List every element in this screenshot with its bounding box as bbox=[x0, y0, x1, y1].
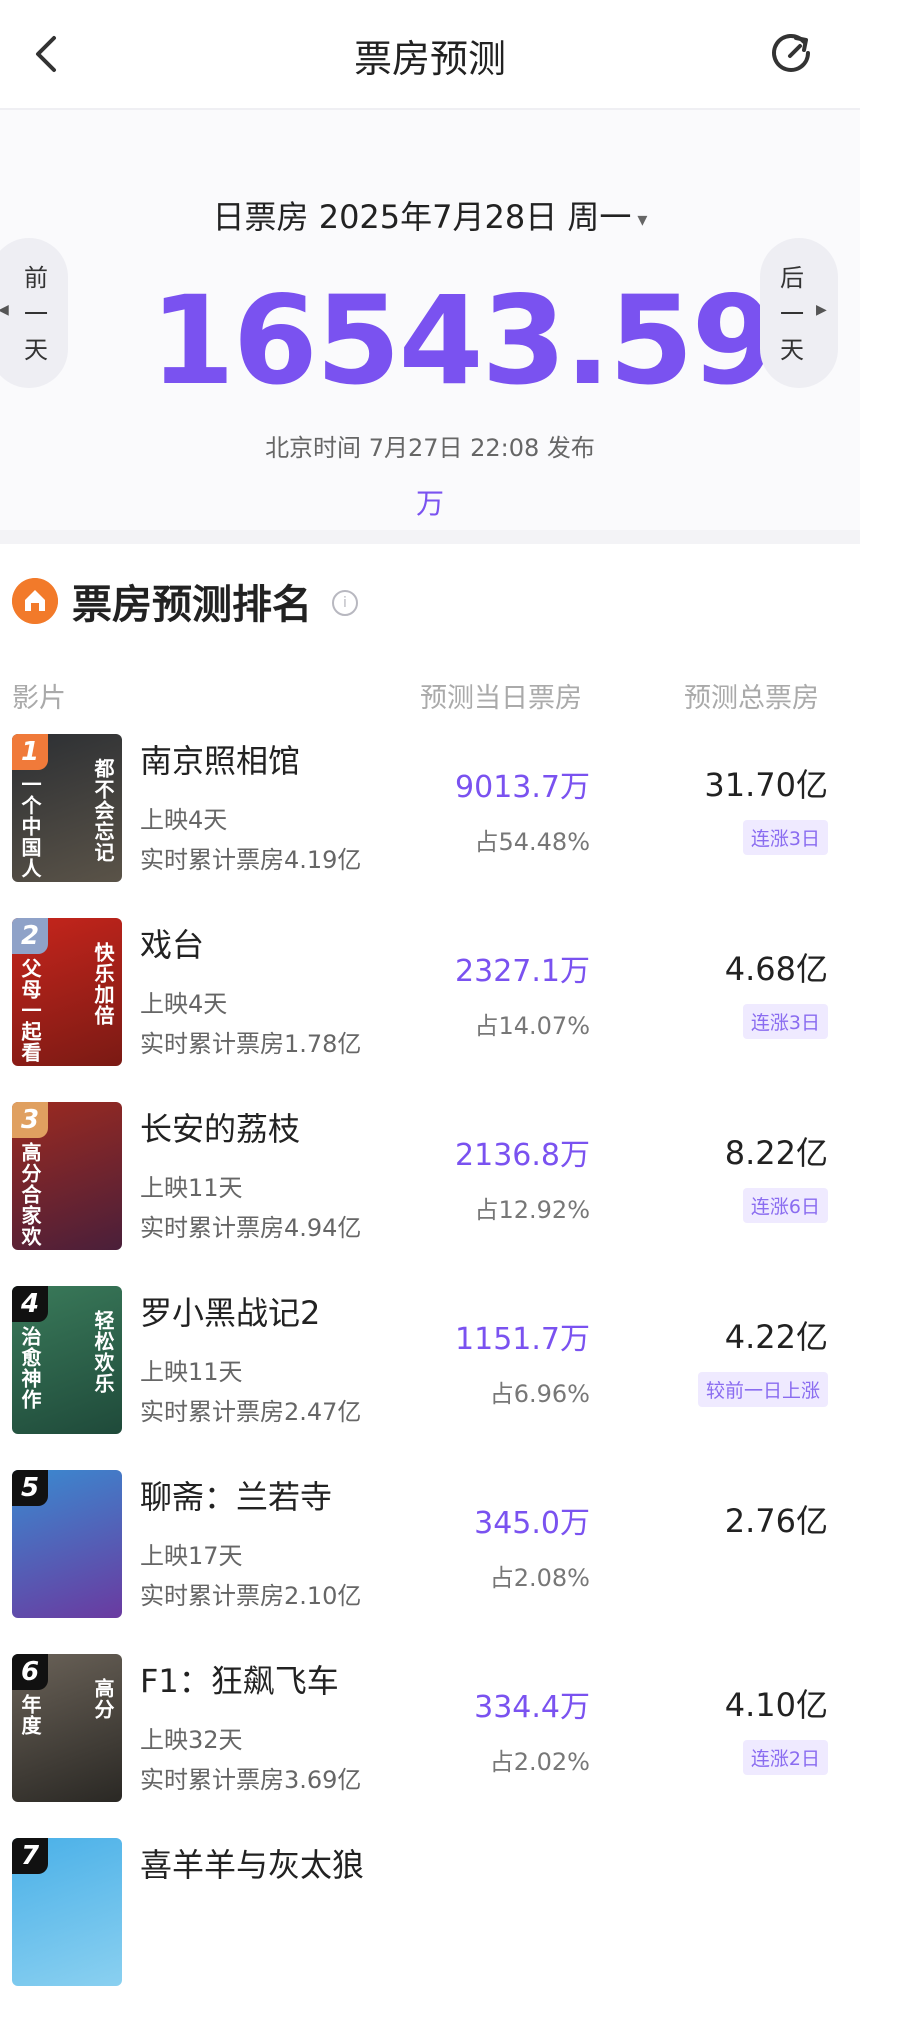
trend-badge: 连涨2日 bbox=[742, 1740, 828, 1775]
poster-tagline: 高分 bbox=[91, 1678, 115, 1720]
page-title: 票房预测 bbox=[353, 37, 506, 81]
next-day-label: 后一天 bbox=[780, 264, 804, 364]
section-divider bbox=[0, 530, 860, 544]
rank-badge: 5 bbox=[12, 1470, 48, 1506]
rank-badge: 4 bbox=[12, 1286, 48, 1322]
cumulative-box-office: 实时累计票房4.94亿 bbox=[140, 1214, 362, 1242]
box-office-share: 占14.07% bbox=[474, 1012, 590, 1040]
movie-title: 戏台 bbox=[140, 926, 205, 964]
predicted-total-box-office: 4.22亿 bbox=[724, 1318, 828, 1356]
date-selector[interactable]: 日票房 2025年7月28日 周一 ▾ bbox=[0, 192, 860, 238]
release-days: 上映4天 bbox=[140, 990, 228, 1018]
predicted-day-box-office: 345.0万 bbox=[474, 1506, 590, 1541]
cumulative-box-office: 实时累计票房2.10亿 bbox=[140, 1582, 362, 1610]
poster-tagline: 高分合家欢 bbox=[18, 1142, 42, 1247]
box-office-share: 占6.96% bbox=[489, 1380, 590, 1408]
poster-tagline: 父母一起看 bbox=[18, 958, 42, 1063]
poster-tagline: 快乐加倍 bbox=[91, 942, 115, 1026]
box-office-value: 16543.59 bbox=[150, 270, 777, 412]
box-office-share: 占2.02% bbox=[489, 1748, 590, 1776]
total-box-office: 16543.59万 bbox=[150, 276, 777, 569]
box-office-share: 占12.92% bbox=[474, 1196, 590, 1224]
cumulative-box-office: 实时累计票房3.69亿 bbox=[140, 1766, 362, 1794]
movie-title: 聊斋：兰若寺 bbox=[140, 1478, 333, 1516]
movie-title: 南京照相馆 bbox=[140, 742, 301, 780]
column-header-film: 影片 bbox=[12, 683, 66, 714]
predicted-day-box-office: 2136.8万 bbox=[455, 1138, 590, 1173]
movie-row[interactable]: 高分 年度 6 F1：狂飙飞车上映32天实时累计票房3.69亿 334.4万占2.02%… bbox=[0, 1654, 860, 1838]
previous-day-button[interactable]: ◀ 前一天 bbox=[0, 238, 68, 388]
date-label: 日票房 2025年7月28日 周一 bbox=[212, 198, 632, 236]
movie-title: 喜羊羊与灰太狼 bbox=[140, 1846, 365, 1884]
predicted-day-box-office: 9013.7万 bbox=[455, 770, 590, 805]
movie-row[interactable]: 都不会忘记 一个中国人 1 南京照相馆上映4天实时累计票房4.19亿 9013.7万占5… bbox=[0, 734, 860, 918]
column-header-day-box-office: 预测当日票房 bbox=[420, 683, 582, 714]
dropdown-caret-icon: ▾ bbox=[637, 207, 648, 231]
poster-tagline: 一个中国人 bbox=[18, 774, 42, 879]
rank-badge: 2 bbox=[12, 918, 48, 954]
ranking-icon bbox=[12, 578, 58, 624]
box-office-share: 占54.48% bbox=[474, 828, 590, 856]
rank-badge: 1 bbox=[12, 734, 48, 770]
rank-badge: 3 bbox=[12, 1102, 48, 1138]
movie-row[interactable]: 轻松欢乐 治愈神作 4 罗小黑战记2 上映11天实时累计票房2.47亿 1151.7万占6… bbox=[0, 1286, 860, 1470]
release-days: 上映32天 bbox=[140, 1726, 243, 1754]
predicted-total-box-office: 4.68亿 bbox=[724, 950, 828, 988]
rank-badge: 7 bbox=[12, 1838, 48, 1874]
movie-row[interactable]: 7 喜羊羊与灰太狼 bbox=[0, 1838, 860, 2022]
trend-badge: 较前一日上涨 bbox=[697, 1372, 828, 1407]
trend-badge: 连涨6日 bbox=[742, 1188, 828, 1223]
movie-title: 罗小黑战记2 bbox=[140, 1294, 321, 1332]
info-icon[interactable]: i bbox=[332, 590, 358, 616]
cumulative-box-office: 实时累计票房4.19亿 bbox=[140, 846, 362, 874]
next-day-button[interactable]: 后一天 ▶ bbox=[760, 238, 838, 388]
poster-tagline: 都不会忘记 bbox=[91, 758, 115, 863]
predicted-total-box-office: 2.76亿 bbox=[724, 1502, 828, 1540]
ranking-title: 票房预测排名 bbox=[72, 582, 312, 628]
poster-tagline: 轻松欢乐 bbox=[91, 1310, 115, 1394]
predicted-total-box-office: 31.70亿 bbox=[704, 766, 828, 804]
cumulative-box-office: 实时累计票房2.47亿 bbox=[140, 1398, 362, 1426]
movie-row[interactable]: 高分合家欢 3 长安的荔枝上映11天实时累计票房4.94亿 2136.8万占12.92… bbox=[0, 1102, 860, 1286]
box-office-share: 占2.08% bbox=[489, 1564, 590, 1592]
trend-badge: 连涨3日 bbox=[742, 820, 828, 855]
movie-title: F1：狂飙飞车 bbox=[140, 1662, 339, 1700]
predicted-day-box-office: 334.4万 bbox=[474, 1690, 590, 1725]
predicted-total-box-office: 4.10亿 bbox=[724, 1686, 828, 1724]
right-triangle-icon: ▶ bbox=[816, 302, 827, 318]
trend-badge: 连涨3日 bbox=[742, 1004, 828, 1039]
poster-tagline: 年度 bbox=[18, 1694, 42, 1736]
movie-row[interactable]: 5 聊斋：兰若寺上映17天实时累计票房2.10亿 345.0万占2.08% 2.76亿 bbox=[0, 1470, 860, 1654]
release-days: 上映11天 bbox=[140, 1174, 243, 1202]
cumulative-box-office: 实时累计票房1.78亿 bbox=[140, 1030, 362, 1058]
left-triangle-icon: ◀ bbox=[0, 302, 9, 318]
predicted-total-box-office: 8.22亿 bbox=[724, 1134, 828, 1172]
predicted-day-box-office: 1151.7万 bbox=[455, 1322, 590, 1357]
poster-tagline: 治愈神作 bbox=[18, 1326, 42, 1410]
box-office-unit: 万 bbox=[415, 487, 444, 520]
release-days: 上映17天 bbox=[140, 1542, 243, 1570]
previous-day-label: 前一天 bbox=[24, 264, 48, 364]
refresh-icon[interactable] bbox=[766, 28, 816, 78]
movie-row[interactable]: 快乐加倍 父母一起看 2 戏台上映4天实时累计票房1.78亿 2327.1万占14.07… bbox=[0, 918, 860, 1102]
column-header-total-box-office: 预测总票房 bbox=[684, 683, 819, 714]
predicted-day-box-office: 2327.1万 bbox=[455, 954, 590, 989]
release-days: 上映4天 bbox=[140, 806, 228, 834]
movie-title: 长安的荔枝 bbox=[140, 1110, 301, 1148]
rank-badge: 6 bbox=[12, 1654, 48, 1690]
publish-time: 北京时间 7月27日 22:08 发布 bbox=[265, 434, 595, 462]
release-days: 上映11天 bbox=[140, 1358, 243, 1386]
